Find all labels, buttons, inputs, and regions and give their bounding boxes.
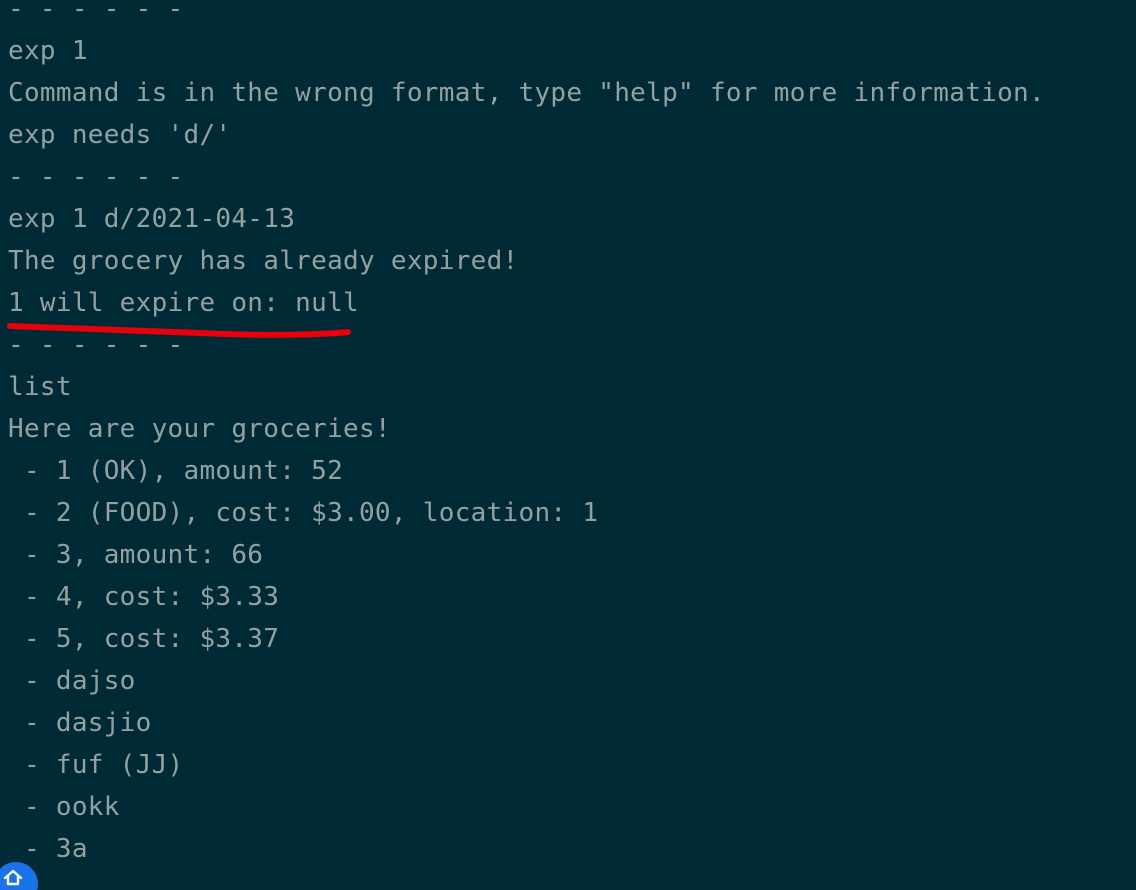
terminal-line-separator: - - - - - -	[8, 0, 184, 24]
grocery-list-item: - 4, cost: $3.33	[8, 582, 280, 612]
terminal-line-output: exp needs 'd/'	[8, 120, 232, 150]
terminal-line-command: exp 1	[8, 36, 88, 66]
grocery-list-item: - 1 (OK), amount: 52	[8, 456, 344, 486]
grocery-list-item: - 5, cost: $3.37	[8, 624, 280, 654]
terminal-line-command: exp 1 d/2021-04-13	[8, 204, 296, 234]
grocery-list-item: - 2 (FOOD), cost: $3.00, location: 1	[8, 498, 599, 528]
terminal-line-output: The grocery has already expired!	[8, 246, 519, 276]
terminal-line-output: Command is in the wrong format, type "he…	[8, 78, 1045, 108]
terminal-line-output: Here are your groceries!	[8, 414, 391, 444]
grocery-list-item: - fuf (JJ)	[8, 750, 184, 780]
grocery-list-item: - dasjio	[8, 708, 152, 738]
home-glyph-icon	[3, 869, 23, 886]
terminal-line-command: list	[8, 372, 72, 402]
terminal-line-separator: - - - - - -	[8, 162, 184, 192]
terminal-line-output-highlighted: 1 will expire on: null	[8, 288, 359, 318]
grocery-list-item: - ookk	[8, 792, 120, 822]
grocery-list-item: - 3, amount: 66	[8, 540, 264, 570]
grocery-list-item: - dajso	[8, 666, 136, 696]
terminal-window[interactable]: - - - - - - exp 1 Command is in the wron…	[0, 0, 1136, 890]
terminal-line-separator: - - - - - -	[8, 330, 184, 360]
